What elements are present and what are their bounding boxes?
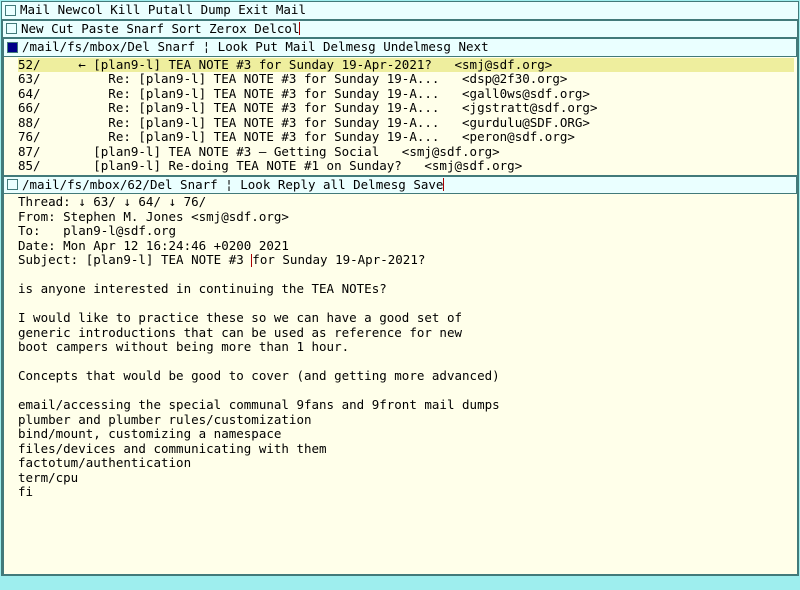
layout-box-icon[interactable] (5, 5, 16, 16)
message-tag[interactable]: /mail/fs/mbox/62/ Del Snarf ¦ Look Reply… (3, 176, 797, 195)
message-body[interactable]: Thread: ↓ 63/ ↓ 64/ ↓ 76/ From: Stephen … (3, 194, 797, 574)
list-item[interactable]: 66/ Re: [plan9-l] TEA NOTE #3 for Sunday… (18, 101, 794, 116)
acme-main-tag[interactable]: Mail Newcol Kill Putall Dump Exit Mail (1, 1, 799, 20)
from-line: From: Stephen M. Jones <smj@sdf.org> (18, 209, 289, 224)
mailbox-tag[interactable]: /mail/fs/mbox/ Del Snarf ¦ Look Put Mail… (3, 38, 797, 57)
column-tag-commands[interactable]: New Cut Paste Snarf Sort Zerox Delcol (21, 22, 299, 37)
mailbox-path[interactable]: /mail/fs/mbox/ (22, 40, 127, 55)
list-item[interactable]: 63/ Re: [plan9-l] TEA NOTE #3 for Sunday… (18, 72, 794, 87)
list-item[interactable]: 52/ ← [plan9-l] TEA NOTE #3 for Sunday 1… (18, 58, 794, 73)
thread-line[interactable]: Thread: ↓ 63/ ↓ 64/ ↓ 76/ (18, 194, 206, 209)
date-line: Date: Mon Apr 12 16:24:46 +0200 2021 (18, 238, 289, 253)
body-text[interactable]: is anyone interested in continuing the T… (18, 281, 500, 499)
layout-box-icon[interactable] (7, 179, 18, 190)
text-caret-icon (443, 178, 444, 191)
text-caret-icon (299, 22, 300, 35)
acme-column-tag[interactable]: New Cut Paste Snarf Sort Zerox Delcol (2, 20, 798, 39)
layout-box-icon[interactable] (6, 23, 17, 34)
list-item[interactable]: 76/ Re: [plan9-l] TEA NOTE #3 for Sunday… (18, 130, 794, 145)
dirty-box-icon[interactable] (7, 42, 18, 53)
main-tag-commands[interactable]: Mail Newcol Kill Putall Dump Exit Mail (20, 3, 306, 18)
message-window: /mail/fs/mbox/62/ Del Snarf ¦ Look Reply… (2, 175, 798, 576)
list-item[interactable]: 64/ Re: [plan9-l] TEA NOTE #3 for Sunday… (18, 87, 794, 102)
to-line: To: plan9-l@sdf.org (18, 223, 176, 238)
list-item[interactable]: 87/ [plan9-l] TEA NOTE #3 – Getting Soci… (18, 145, 794, 160)
message-commands[interactable]: Del Snarf ¦ Look Reply all Delmesg Save (150, 178, 444, 193)
subject-line: Subject: [plan9-l] TEA NOTE #3 for Sunda… (18, 252, 425, 267)
message-list[interactable]: 52/ ← [plan9-l] TEA NOTE #3 for Sunday 1… (3, 57, 797, 175)
list-item[interactable]: 88/ Re: [plan9-l] TEA NOTE #3 for Sunday… (18, 116, 794, 131)
list-item[interactable]: 85/ [plan9-l] Re-doing TEA NOTE #1 on Su… (18, 159, 794, 174)
mailbox-window: /mail/fs/mbox/ Del Snarf ¦ Look Put Mail… (2, 37, 798, 176)
message-path[interactable]: /mail/fs/mbox/62/ (22, 178, 150, 193)
mailbox-commands[interactable]: Del Snarf ¦ Look Put Mail Delmesg Undelm… (127, 40, 488, 55)
